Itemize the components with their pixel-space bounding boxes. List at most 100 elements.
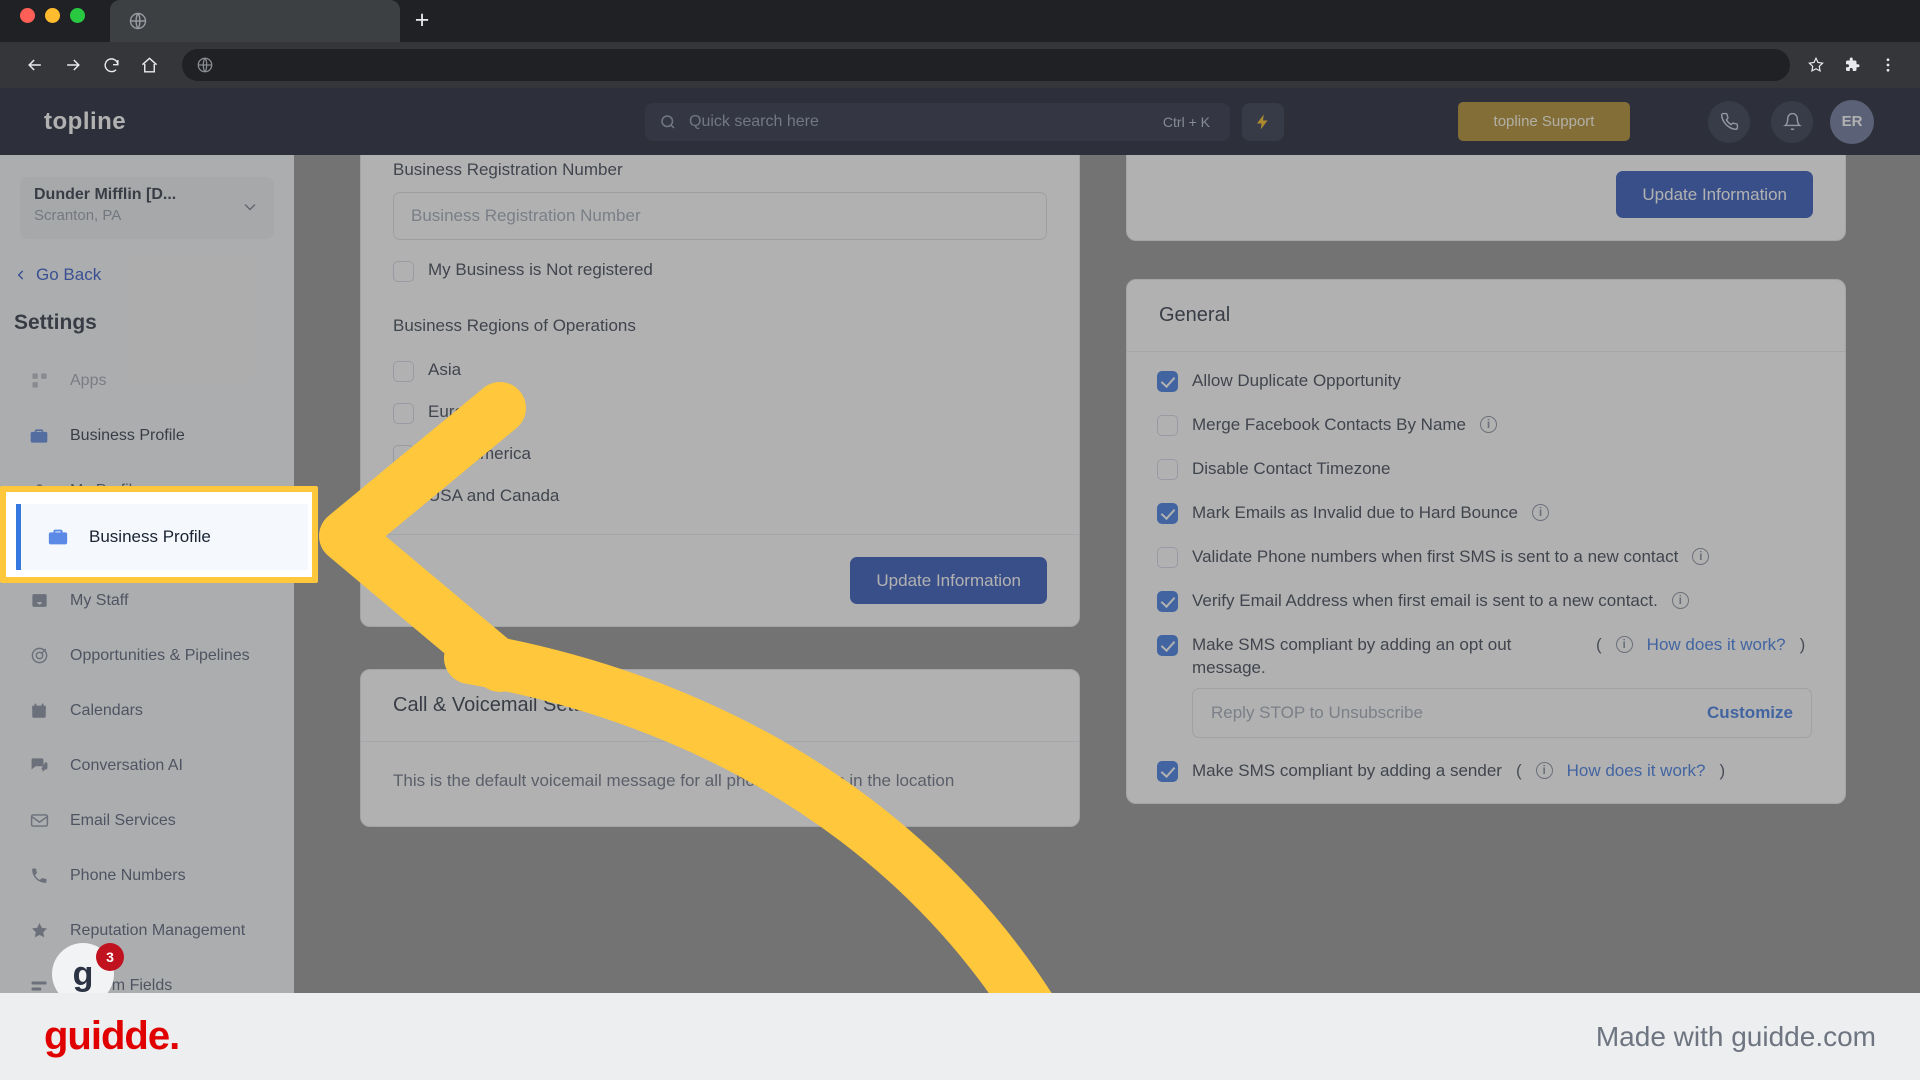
option-label: Allow Duplicate Opportunity [1192, 371, 1401, 390]
briefcase-icon [28, 425, 50, 447]
sidebar-nav: Apps Business Profile My Profile Company… [0, 353, 294, 993]
star-icon[interactable] [1800, 49, 1832, 81]
avatar[interactable]: ER [1830, 99, 1874, 144]
sidebar-item-email-services[interactable]: Email Services [0, 793, 294, 848]
checkbox-allow-duplicate-opportunity[interactable] [1157, 371, 1178, 392]
option-sms-sender[interactable]: Make SMS compliant by adding a sender ( … [1157, 760, 1815, 783]
new-tab-button[interactable]: + [405, 6, 439, 36]
general-options-list: Allow Duplicate Opportunity Merge Facebo… [1127, 352, 1845, 782]
chevron-down-icon[interactable] [240, 197, 260, 222]
app-logo[interactable]: topline [44, 108, 294, 136]
minimize-window-button[interactable] [45, 8, 60, 23]
support-button[interactable]: topline Support [1458, 102, 1630, 141]
close-window-button[interactable] [20, 8, 35, 23]
sidebar-item-business-profile-highlighted[interactable]: Business Profile [16, 504, 308, 570]
checkbox-merge-facebook-contacts[interactable] [1157, 414, 1178, 436]
sidebar-item-apps[interactable]: Apps [0, 353, 294, 408]
checkbox-validate-phone-numbers[interactable] [1157, 546, 1178, 568]
info-icon[interactable]: i [1671, 591, 1689, 609]
optout-message-input[interactable]: Reply STOP to Unsubscribe Customize [1192, 687, 1812, 738]
paren-open: ( [1515, 760, 1522, 780]
registration-number-input[interactable]: Business Registration Number [393, 192, 1047, 240]
option-label: Make SMS compliant by adding a sender [1192, 760, 1502, 780]
phone-icon[interactable] [1708, 100, 1750, 143]
region-row-europe[interactable]: Europe [393, 402, 1047, 424]
extensions-icon[interactable] [1836, 49, 1868, 81]
update-information-button-left[interactable]: Update Information [850, 557, 1047, 604]
checkbox-sms-sender[interactable] [1157, 760, 1178, 782]
go-back-label: Go Back [36, 265, 102, 284]
home-icon[interactable] [130, 46, 168, 84]
forward-icon[interactable] [54, 46, 92, 84]
browser-toolbar [0, 42, 1920, 88]
maximize-window-button[interactable] [70, 8, 85, 23]
region-row-usa-canada[interactable]: USA and Canada [393, 486, 1047, 508]
chevron-left-icon [17, 270, 24, 280]
info-icon[interactable]: i [1615, 635, 1633, 653]
checkbox-disable-contact-timezone[interactable] [1157, 458, 1178, 480]
option-label: Mark Emails as Invalid due to Hard Bounc… [1192, 502, 1518, 522]
sidebar-item-calendars[interactable]: Calendars [0, 683, 294, 738]
region-checkbox-usa-canada[interactable] [393, 487, 414, 508]
target-icon [28, 645, 50, 667]
search-placeholder: Quick search here [689, 112, 819, 130]
address-bar[interactable] [182, 49, 1790, 81]
sidebar-item-reputation-management[interactable]: Reputation Management [0, 903, 294, 958]
checkbox-sms-optout[interactable] [1157, 634, 1178, 656]
region-row-asia[interactable]: Asia [393, 360, 1047, 382]
option-allow-duplicate-opportunity[interactable]: Allow Duplicate Opportunity [1157, 370, 1815, 393]
info-icon[interactable]: i [1480, 415, 1498, 433]
sidebar-item-label: My Staff [70, 591, 129, 609]
location-name: Dunder Mifflin [D... [34, 186, 177, 203]
tab-strip: + [0, 0, 1920, 42]
sidebar-item-business-profile[interactable]: Business Profile [0, 408, 294, 463]
optout-message-placeholder: Reply STOP to Unsubscribe [1211, 702, 1423, 722]
checkbox-verify-email-address[interactable] [1157, 590, 1178, 612]
sidebar-item-custom-fields[interactable]: Custom Fields [0, 958, 294, 993]
how-does-it-work-link-sender[interactable]: How does it work? [1567, 760, 1706, 783]
window-controls[interactable] [20, 8, 85, 23]
option-mark-emails-invalid[interactable]: Mark Emails as Invalid due to Hard Bounc… [1157, 502, 1815, 525]
lightning-icon[interactable] [1242, 102, 1284, 141]
update-information-button-right[interactable]: Update Information [1616, 171, 1813, 218]
not-registered-row[interactable]: My Business is Not registered [393, 260, 1047, 282]
sidebar-item-label: Calendars [70, 701, 143, 719]
location-selector[interactable]: Dunder Mifflin [D... Scranton, PA [20, 177, 274, 239]
paren-open: ( [1596, 634, 1602, 654]
settings-columns: Business Registration Number Business Re… [294, 155, 1920, 828]
sidebar-item-label: Business Profile [89, 527, 211, 546]
option-sms-optout[interactable]: Make SMS compliant by adding an opt out … [1157, 634, 1815, 680]
sidebar-item-opportunities-pipelines[interactable]: Opportunities & Pipelines [0, 628, 294, 683]
bell-icon[interactable] [1771, 100, 1813, 143]
browser-tab[interactable] [110, 0, 400, 42]
region-checkbox-latin-america[interactable] [393, 445, 414, 466]
region-label: Europe [428, 402, 483, 421]
go-back-link[interactable]: Go Back [14, 265, 294, 285]
sidebar-item-conversation-ai[interactable]: Conversation AI [0, 738, 294, 793]
sidebar-item-phone-numbers[interactable]: Phone Numbers [0, 848, 294, 903]
globe-icon [129, 12, 147, 30]
info-icon[interactable]: i [1692, 547, 1710, 565]
menu-icon[interactable] [1872, 49, 1904, 81]
option-merge-facebook-contacts[interactable]: Merge Facebook Contacts By Name i [1157, 414, 1815, 437]
region-checkbox-europe[interactable] [393, 403, 414, 424]
not-registered-checkbox[interactable] [393, 261, 414, 282]
customize-link[interactable]: Customize [1707, 703, 1793, 723]
right-column: Update Information General Allow Duplica… [1126, 155, 1846, 827]
regions-label: Business Regions of Operations [393, 316, 636, 335]
region-row-latin-america[interactable]: Latin America [393, 444, 1047, 466]
info-icon[interactable]: i [1532, 503, 1549, 521]
option-disable-contact-timezone[interactable]: Disable Contact Timezone [1157, 458, 1815, 481]
back-icon[interactable] [16, 46, 54, 84]
main-content: Business Registration Number Business Re… [294, 155, 1920, 993]
how-does-it-work-link-optout[interactable]: How does it work? [1647, 634, 1786, 657]
business-registration-body: Business Registration Number Business Re… [361, 155, 1079, 508]
paren-close: ) [1799, 634, 1806, 654]
checkbox-mark-emails-invalid[interactable] [1157, 502, 1178, 524]
info-icon[interactable]: i [1535, 761, 1553, 779]
region-checkbox-asia[interactable] [393, 361, 414, 382]
option-verify-email-address[interactable]: Verify Email Address when first email is… [1157, 590, 1815, 613]
option-validate-phone-numbers[interactable]: Validate Phone numbers when first SMS is… [1157, 546, 1815, 569]
search-input[interactable]: Quick search here Ctrl + K [645, 102, 1230, 141]
reload-icon[interactable] [92, 46, 130, 84]
